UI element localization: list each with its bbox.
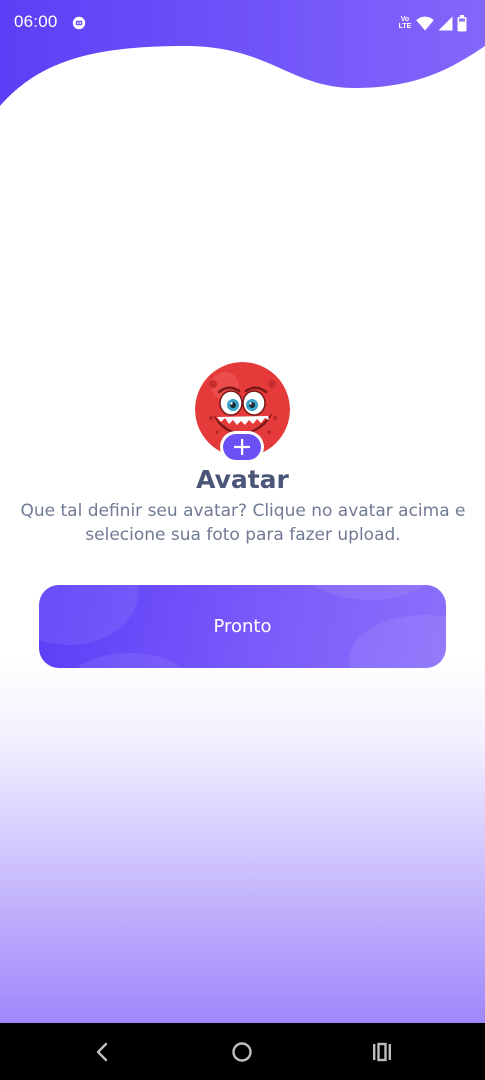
- notification-icon: [72, 16, 86, 30]
- navigation-bar: [0, 1023, 485, 1080]
- avatar-description: Que tal definir seu avatar? Clique no av…: [20, 501, 466, 545]
- done-button-label: Pronto: [213, 616, 272, 637]
- battery-icon: [457, 14, 467, 31]
- status-icons: Vo LTE: [398, 14, 467, 32]
- add-avatar-badge[interactable]: [220, 431, 264, 463]
- cell-signal-icon: [438, 16, 453, 30]
- done-button[interactable]: Pronto: [39, 585, 446, 668]
- recents-icon[interactable]: [366, 1036, 398, 1068]
- status-bar: 06:00 Vo LTE: [0, 0, 485, 46]
- status-time: 06:00: [14, 12, 58, 31]
- plus-icon: [234, 439, 250, 455]
- volte-indicator: Vo LTE: [398, 16, 412, 30]
- volte-bottom-label: LTE: [398, 23, 412, 30]
- back-icon[interactable]: [86, 1036, 118, 1068]
- wifi-icon: [416, 16, 434, 30]
- home-icon[interactable]: [226, 1036, 258, 1068]
- page-title: Avatar: [196, 465, 289, 494]
- add-avatar-badge-fill: [223, 434, 261, 460]
- avatar-button[interactable]: [195, 362, 290, 463]
- volte-top-label: Vo: [400, 16, 410, 23]
